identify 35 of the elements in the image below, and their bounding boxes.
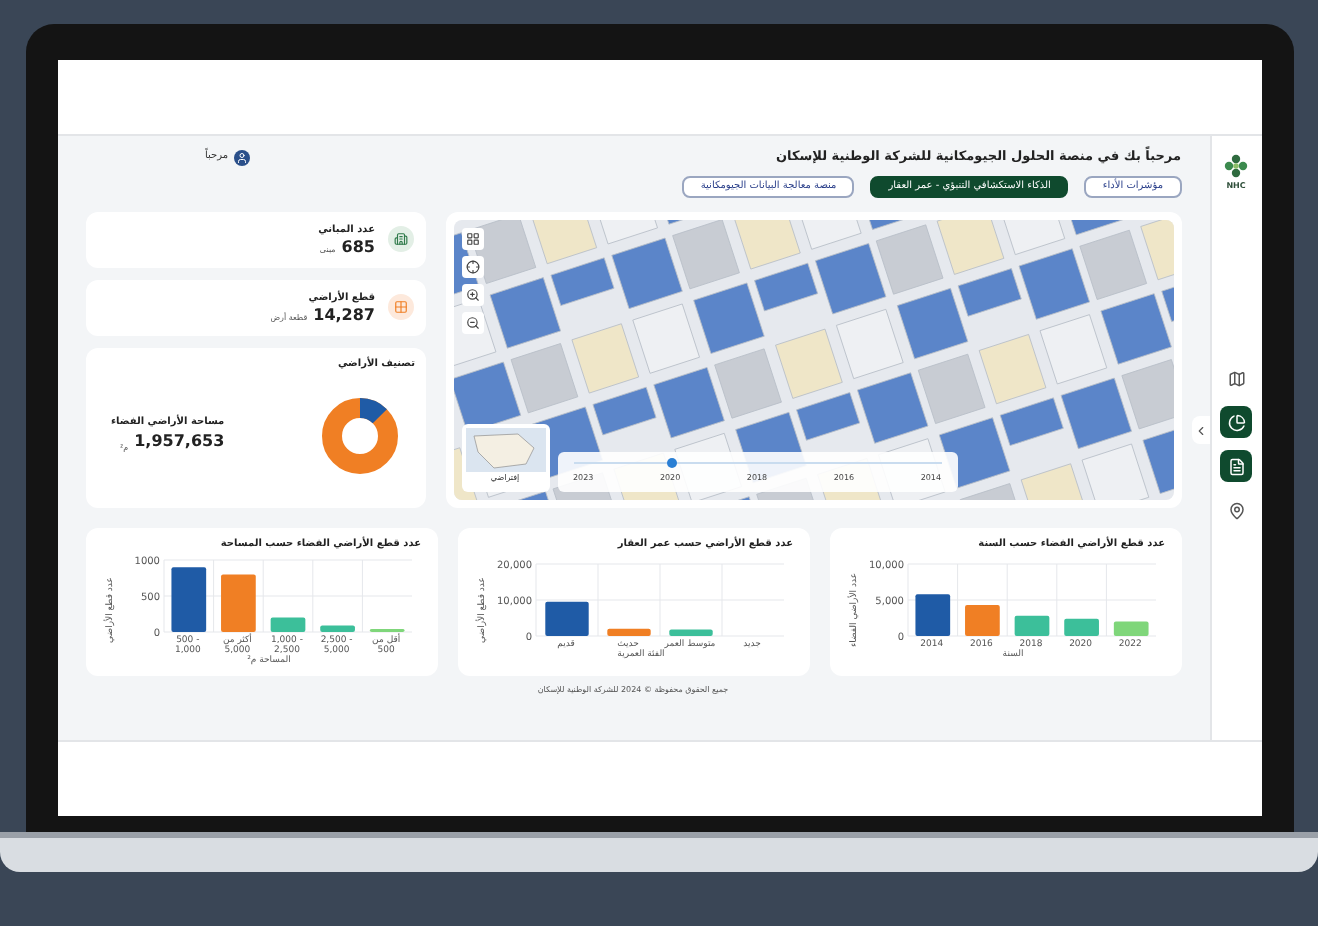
sidebar-document-button[interactable] [1220, 450, 1252, 482]
bar [319, 625, 354, 632]
grid-icon [465, 231, 479, 246]
crosshair-icon [465, 259, 479, 274]
zoom-out-icon [465, 315, 479, 330]
bar [914, 594, 950, 637]
bar [220, 573, 255, 632]
bar [668, 630, 712, 637]
collapse-handle[interactable] [1191, 416, 1209, 444]
chevron-left-icon [1193, 423, 1207, 437]
bar [1013, 616, 1049, 637]
sidebar-chart-button[interactable] [1220, 406, 1252, 438]
zoom-in-icon [465, 287, 479, 302]
pin-icon [1227, 501, 1245, 519]
slider-thumb[interactable] [667, 458, 678, 469]
bar [269, 617, 305, 632]
area-value: 1,957,653 [134, 430, 225, 455]
chart-icon [1227, 413, 1245, 431]
logo-icon [1222, 152, 1250, 180]
stat-value: 685 [341, 238, 375, 256]
bar [964, 605, 999, 637]
user-icon [236, 151, 249, 164]
stat-value: 14,287 [313, 306, 375, 324]
bar [1063, 619, 1098, 637]
bar [1112, 622, 1148, 637]
map-icon [1227, 369, 1245, 387]
avatar-icon[interactable] [234, 149, 251, 166]
bar [170, 566, 206, 632]
timeline-slider[interactable] [573, 459, 941, 468]
document-icon [1227, 457, 1245, 475]
building-glyph-icon [393, 232, 407, 247]
bar [606, 629, 650, 637]
donut-chart-drawing [319, 395, 399, 475]
bar [544, 602, 588, 637]
plot-glyph-icon [393, 300, 407, 315]
